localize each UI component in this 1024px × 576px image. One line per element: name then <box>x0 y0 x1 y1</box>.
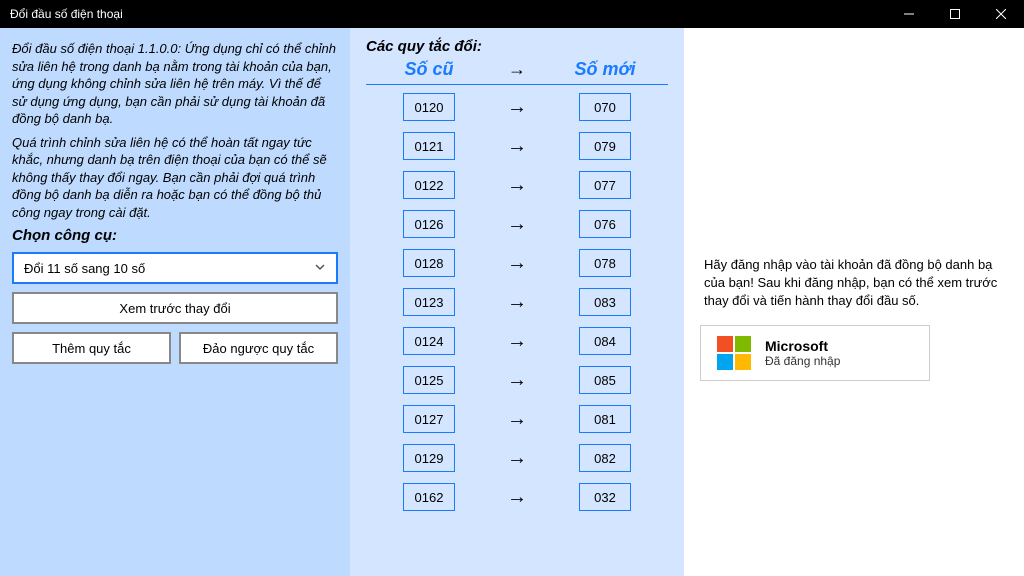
chevron-down-icon <box>314 261 326 276</box>
intro-text-2: Quá trình chỉnh sửa liên hệ có thể hoàn … <box>12 134 338 222</box>
new-number-box[interactable]: 081 <box>579 405 631 433</box>
old-number-box[interactable]: 0123 <box>403 288 455 316</box>
rule-row: 0124 → 084 <box>366 327 668 355</box>
preview-button-label: Xem trước thay đổi <box>119 301 230 316</box>
tool-select[interactable]: Đổi 11 số sang 10 số <box>12 252 338 284</box>
rules-header-row: Số cũ → Số mới <box>366 59 668 84</box>
left-panel: Đổi đầu số điện thoại 1.1.0.0: Ứng dụng … <box>0 28 350 576</box>
rule-row: 0127 → 081 <box>366 405 668 433</box>
new-number-box[interactable]: 076 <box>579 210 631 238</box>
rule-row: 0123 → 083 <box>366 288 668 316</box>
new-number-box[interactable]: 079 <box>579 132 631 160</box>
tool-heading: Chọn công cụ: <box>12 227 338 244</box>
add-rule-button[interactable]: Thêm quy tắc <box>12 332 171 364</box>
microsoft-status: Đã đăng nhập <box>765 354 840 368</box>
old-number-box[interactable]: 0121 <box>403 132 455 160</box>
new-number-box[interactable]: 032 <box>579 483 631 511</box>
old-number-box[interactable]: 0162 <box>403 483 455 511</box>
arrow-right-icon: → <box>484 96 550 119</box>
intro-text-1: Đổi đầu số điện thoại 1.1.0.0: Ứng dụng … <box>12 40 338 128</box>
rule-row: 0120 → 070 <box>366 93 668 121</box>
old-number-box[interactable]: 0122 <box>403 171 455 199</box>
microsoft-name: Microsoft <box>765 338 840 354</box>
reverse-rule-label: Đảo ngược quy tắc <box>203 341 314 356</box>
maximize-button[interactable] <box>932 0 978 28</box>
old-number-box[interactable]: 0127 <box>403 405 455 433</box>
arrow-right-icon: → <box>484 330 550 353</box>
arrow-right-icon: → <box>484 135 550 158</box>
minimize-button[interactable] <box>886 0 932 28</box>
arrow-right-icon: → <box>484 447 550 470</box>
rule-row: 0126 → 076 <box>366 210 668 238</box>
rule-row: 0128 → 078 <box>366 249 668 277</box>
arrow-right-icon: → <box>484 252 550 275</box>
rule-row: 0122 → 077 <box>366 171 668 199</box>
arrow-right-icon: → <box>484 291 550 314</box>
microsoft-account-text: Microsoft Đã đăng nhập <box>765 338 840 368</box>
rules-list: 0120 → 070 0121 → 079 0122 → 077 0126 → 076 0128 → 078… <box>366 93 668 511</box>
new-column-header: Số mới <box>550 59 660 80</box>
titlebar: Đổi đầu số điện thoại <box>0 0 1024 28</box>
new-number-box[interactable]: 070 <box>579 93 631 121</box>
window-title: Đổi đầu số điện thoại <box>10 7 123 21</box>
arrow-right-icon: → <box>484 174 550 197</box>
new-number-box[interactable]: 078 <box>579 249 631 277</box>
microsoft-logo-icon <box>717 336 751 370</box>
microsoft-account-card[interactable]: Microsoft Đã đăng nhập <box>700 325 930 381</box>
rule-row: 0121 → 079 <box>366 132 668 160</box>
old-number-box[interactable]: 0124 <box>403 327 455 355</box>
rules-panel: Các quy tắc đổi: Số cũ → Số mới 0120 → 070… <box>350 28 684 576</box>
app-body: Đổi đầu số điện thoại 1.1.0.0: Ứng dụng … <box>0 28 1024 576</box>
arrow-right-icon: → <box>484 408 550 431</box>
rules-heading: Các quy tắc đổi: <box>366 38 668 55</box>
tool-select-value: Đổi 11 số sang 10 số <box>24 261 145 276</box>
old-number-box[interactable]: 0128 <box>403 249 455 277</box>
window-controls <box>886 0 1024 28</box>
arrow-right-icon: → <box>484 486 550 509</box>
arrow-right-icon: → <box>484 369 550 392</box>
rule-row: 0125 → 085 <box>366 366 668 394</box>
rule-row: 0162 → 032 <box>366 483 668 511</box>
new-number-box[interactable]: 084 <box>579 327 631 355</box>
new-number-box[interactable]: 083 <box>579 288 631 316</box>
new-number-box[interactable]: 082 <box>579 444 631 472</box>
old-number-box[interactable]: 0126 <box>403 210 455 238</box>
arrow-header-icon: → <box>484 59 550 80</box>
arrow-right-icon: → <box>484 213 550 236</box>
close-button[interactable] <box>978 0 1024 28</box>
rule-row: 0129 → 082 <box>366 444 668 472</box>
reverse-rule-button[interactable]: Đảo ngược quy tắc <box>179 332 338 364</box>
old-column-header: Số cũ <box>374 59 484 80</box>
rules-divider <box>366 84 668 85</box>
new-number-box[interactable]: 085 <box>579 366 631 394</box>
new-number-box[interactable]: 077 <box>579 171 631 199</box>
right-panel: Hãy đăng nhập vào tài khoản đã đồng bộ d… <box>684 28 1024 576</box>
old-number-box[interactable]: 0120 <box>403 93 455 121</box>
old-number-box[interactable]: 0129 <box>403 444 455 472</box>
old-number-box[interactable]: 0125 <box>403 366 455 394</box>
add-rule-label: Thêm quy tắc <box>52 341 131 356</box>
preview-button[interactable]: Xem trước thay đổi <box>12 292 338 324</box>
login-note: Hãy đăng nhập vào tài khoản đã đồng bộ d… <box>700 256 1008 325</box>
